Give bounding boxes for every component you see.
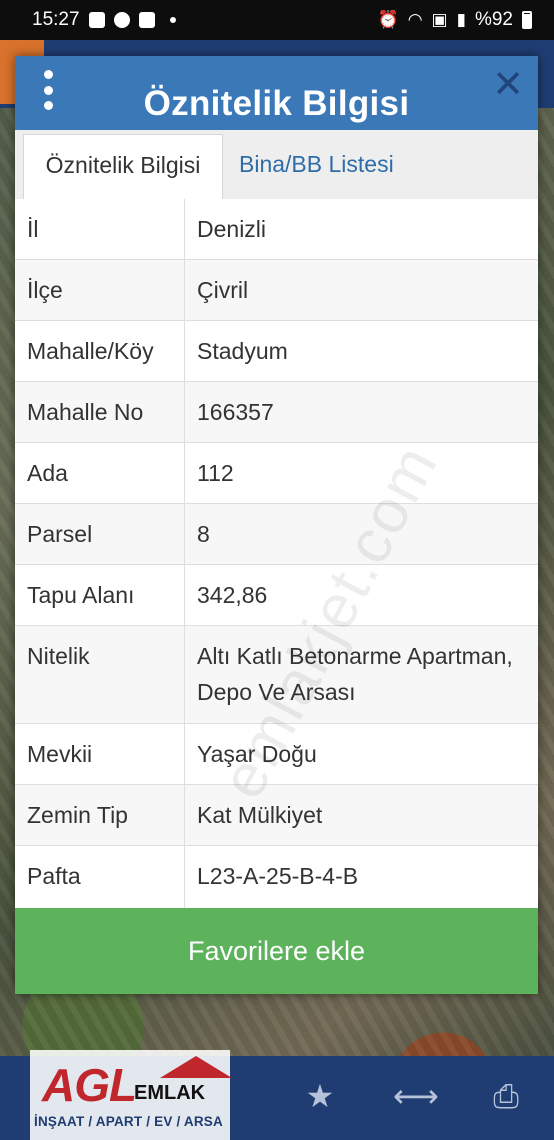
tab-attribute-info[interactable]: Öznitelik Bilgisi — [23, 134, 223, 201]
row-value: Çivril — [197, 277, 249, 303]
hd-icon: ▣ — [431, 10, 448, 29]
attribute-dialog: Öznitelik Bilgisi ✕ Öznitelik Bilgisi Bi… — [15, 56, 538, 994]
table-row: İl Denizli — [15, 199, 538, 260]
logo-sub: EMLAK — [134, 1082, 206, 1104]
checkbox-icon — [138, 12, 155, 28]
table-row: Pafta L23-A-25-B-4-B — [15, 846, 538, 908]
status-left: 15:27 — [32, 9, 176, 31]
agl-logo: AGL EMLAK İNŞAAT / APART / EV / ARSA — [30, 1050, 232, 1140]
swap-horizontal-icon[interactable]: ⟷ — [393, 1078, 439, 1114]
tab-building-list[interactable]: Bina/BB Listesi — [227, 130, 406, 200]
row-label: İl — [15, 199, 185, 259]
chat-icon — [113, 12, 130, 28]
add-favorite-button[interactable]: Favorilere ekle — [15, 908, 538, 994]
row-value: L23-A-25-B-4-B — [197, 863, 359, 889]
logo-tagline: İNŞAAT / APART / EV / ARSA — [34, 1114, 223, 1129]
close-icon[interactable]: ✕ — [492, 66, 524, 104]
row-value: Denizli — [197, 216, 267, 242]
battery-percent: %92 — [474, 9, 513, 30]
row-label: Mevkii — [15, 724, 185, 784]
row-label: İlçe — [15, 260, 185, 320]
row-label: Ada — [15, 443, 185, 503]
row-label: Zemin Tip — [15, 785, 185, 845]
dialog-title: Öznitelik Bilgisi — [143, 84, 410, 123]
row-label: Pafta — [15, 846, 185, 908]
logo-main: AGL — [42, 1059, 137, 1111]
table-row: Mahalle/Köy Stadyum — [15, 321, 538, 382]
row-label: Parsel — [15, 504, 185, 564]
house-roof-icon — [160, 1056, 232, 1078]
battery-icon — [522, 11, 532, 29]
status-bar: 15:27 ⏰ ◠ ▣ ▮ %92 — [0, 0, 554, 40]
row-label: Nitelik — [15, 626, 185, 723]
alarm-icon: ⏰ — [377, 10, 399, 29]
row-value: Altı Katlı Betonarme Apartman, Depo Ve A… — [197, 643, 513, 705]
star-icon[interactable]: ★ — [300, 1078, 340, 1114]
row-value: Kat Mülkiyet — [197, 802, 323, 828]
table-row: Mahalle No 166357 — [15, 382, 538, 443]
row-label: Mahalle/Köy — [15, 321, 185, 381]
gallery-icon — [88, 12, 105, 28]
signal-icon: ▮ — [456, 10, 466, 29]
status-right: ⏰ ◠ ▣ ▮ %92 — [378, 9, 532, 31]
table-row: İlçe Çivril — [15, 260, 538, 321]
status-time: 15:27 — [32, 9, 80, 30]
row-value: Stadyum — [197, 338, 288, 364]
notification-dot-icon — [169, 17, 176, 23]
row-label: Tapu Alanı — [15, 565, 185, 625]
dialog-header: Öznitelik Bilgisi ✕ — [15, 56, 538, 130]
tab-strip: Öznitelik Bilgisi Bina/BB Listesi — [15, 130, 538, 201]
table-row: Parsel 8 — [15, 504, 538, 565]
row-value: 166357 — [197, 399, 274, 425]
menu-dot — [43, 70, 53, 79]
table-row: Ada 112 — [15, 443, 538, 504]
table-row: Tapu Alanı 342,86 — [15, 565, 538, 626]
wifi-icon: ◠ — [407, 10, 423, 29]
attribute-table: İl Denizli İlçe Çivril Mahalle/Köy Stady… — [15, 199, 538, 908]
row-label: Mahalle No — [15, 382, 185, 442]
print-icon[interactable]: ⎙ — [486, 1078, 526, 1114]
